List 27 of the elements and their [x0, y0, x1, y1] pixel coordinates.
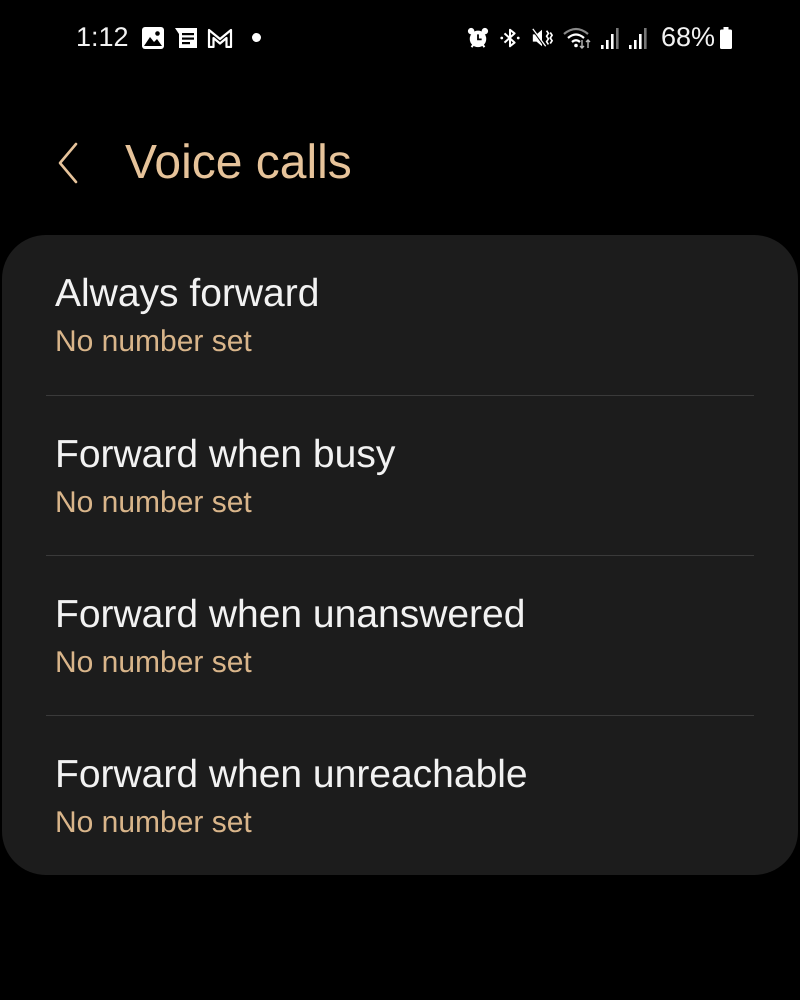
- option-subtitle: No number set: [55, 324, 252, 360]
- signal-icon: [600, 26, 619, 48]
- forwarding-option[interactable]: Forward when busy No number set: [2, 396, 798, 555]
- option-subtitle: No number set: [55, 645, 252, 681]
- option-title: Forward when busy: [55, 432, 396, 478]
- forwarding-option[interactable]: Forward when unreachable No number set: [2, 716, 798, 875]
- mail-icon: [206, 28, 233, 48]
- gallery-icon: [140, 26, 165, 50]
- battery-icon: [720, 26, 732, 48]
- page-title: Voice calls: [125, 135, 352, 191]
- forwarding-option[interactable]: Always forward No number set: [2, 235, 798, 395]
- battery-percentage: 68%: [660, 22, 715, 53]
- wifi-icon: [562, 26, 591, 50]
- message-icon: [174, 26, 198, 48]
- forwarding-option[interactable]: Forward when unanswered No number set: [2, 556, 798, 715]
- back-icon[interactable]: [57, 142, 79, 184]
- notification-dot-icon: [252, 33, 261, 42]
- option-subtitle: No number set: [55, 805, 252, 841]
- signal-icon: [628, 26, 647, 48]
- vibrate-icon: [530, 26, 553, 48]
- bluetooth-icon: [498, 26, 521, 48]
- status-time: 1:12: [76, 22, 129, 53]
- option-title: Forward when unreachable: [55, 752, 528, 798]
- alarm-clock-icon: [466, 26, 489, 48]
- option-subtitle: No number set: [55, 485, 252, 521]
- option-title: Always forward: [55, 271, 320, 317]
- option-title: Forward when unanswered: [55, 592, 526, 638]
